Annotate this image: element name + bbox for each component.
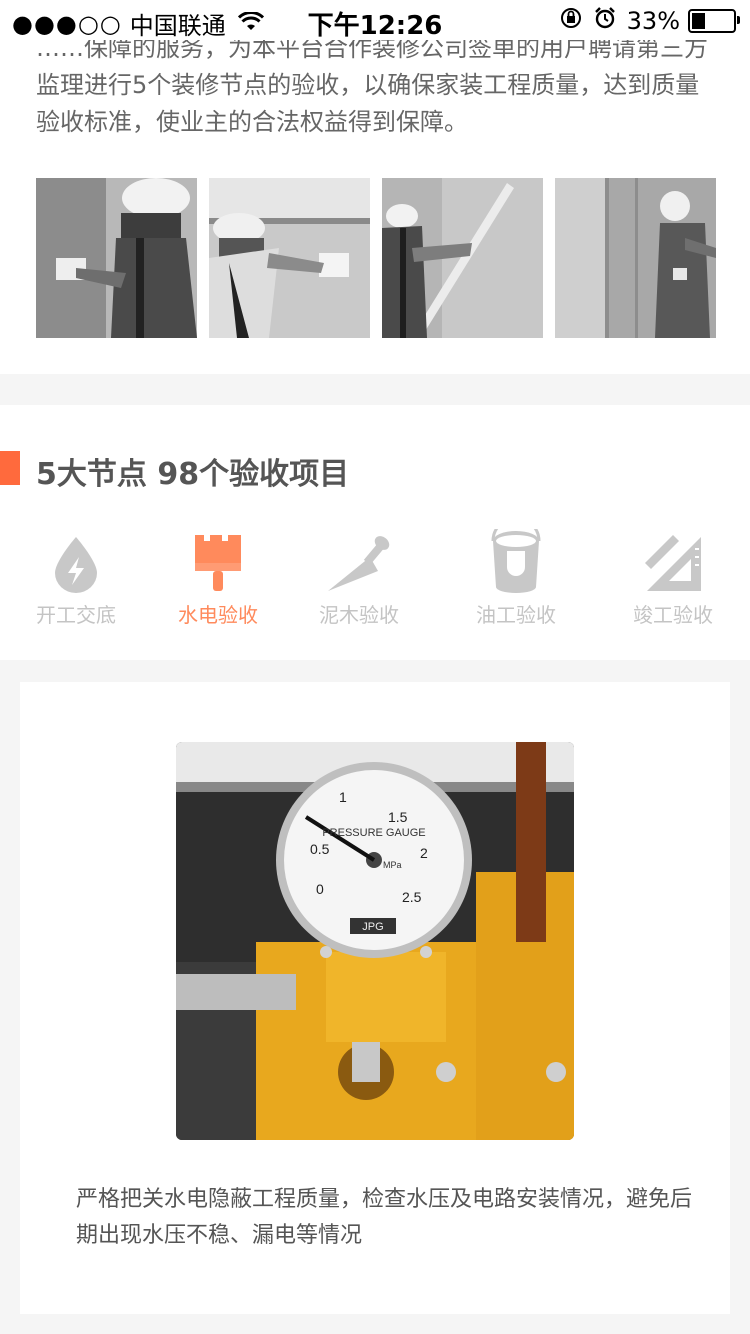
section-title: 5大节点 98个验收项目: [36, 457, 350, 492]
gauge-tick: 2: [420, 845, 428, 861]
tab-completion[interactable]: 竣工验收: [603, 531, 743, 628]
gauge-brand: JPG: [362, 921, 383, 933]
battery-icon: [688, 9, 740, 33]
worker-outlet-photo[interactable]: [36, 178, 197, 338]
brush-icon: [148, 531, 288, 593]
ruler-square-icon: [603, 531, 743, 593]
power-drop-icon: [6, 531, 146, 593]
rotation-lock-icon: [559, 6, 583, 36]
intro-section: ……保障的服务，为本平台合作装修公司签单的用户聘请第三方监理进行5个装修节点的验…: [0, 34, 750, 374]
alarm-icon: [593, 6, 617, 36]
paint-bucket-icon: [446, 529, 586, 593]
worker-wall-level-photo[interactable]: [382, 178, 543, 338]
tab-label: 泥木验收: [319, 603, 399, 627]
gauge-tick: 0: [316, 881, 324, 897]
node-tabs: 开工交底 水电验收 泥木验收 油工验收 竣工验收: [0, 529, 750, 631]
intro-text: ……保障的服务，为本平台合作装修公司签单的用户聘请第三方监理进行5个装修节点的验…: [36, 34, 708, 136]
inspection-nodes-section: 5大节点 98个验收项目 开工交底 水电验收 泥木验收 油工验收 竣工验收: [0, 405, 750, 660]
battery-percent: 33%: [626, 7, 680, 35]
node-description: 严格把关水电隐蔽工程质量，检查水压及电路安装情况，避免后期出现水压不稳、漏电等情…: [76, 1187, 693, 1248]
gauge-tick: 0.5: [310, 841, 330, 857]
tab-plumbing-electrical[interactable]: 水电验收: [148, 531, 288, 628]
tab-label: 竣工验收: [633, 603, 713, 627]
tab-label: 油工验收: [476, 603, 556, 627]
gauge-tick: 2.5: [402, 889, 422, 905]
trowel-icon: [289, 531, 429, 593]
pressure-gauge-photo: PRESSURE GAUGE MPa 0 0.5 1 1.5 2 2.5 JPG: [176, 742, 574, 1140]
tab-painting[interactable]: 油工验收: [446, 529, 586, 628]
section-accent-bar: [0, 451, 20, 485]
photo-strip: [36, 178, 716, 338]
gauge-tick: 1.5: [388, 809, 408, 825]
status-bar: ●●●○○ 中国联通 下午12:26 33%: [0, 0, 750, 41]
gauge-unit: MPa: [383, 860, 402, 870]
tab-kickoff[interactable]: 开工交底: [6, 531, 146, 628]
gauge-tick: 1: [339, 789, 347, 805]
worker-bathroom-photo[interactable]: [555, 178, 716, 338]
worker-kitchen-photo[interactable]: [209, 178, 370, 338]
gauge-label: PRESSURE GAUGE: [322, 827, 425, 839]
tab-label: 水电验收: [178, 603, 258, 627]
node-detail-card: PRESSURE GAUGE MPa 0 0.5 1 1.5 2 2.5 JPG…: [20, 682, 730, 1314]
battery-level: [692, 13, 705, 29]
tab-masonry-carpentry[interactable]: 泥木验收: [289, 531, 429, 628]
tab-label: 开工交底: [36, 603, 116, 627]
